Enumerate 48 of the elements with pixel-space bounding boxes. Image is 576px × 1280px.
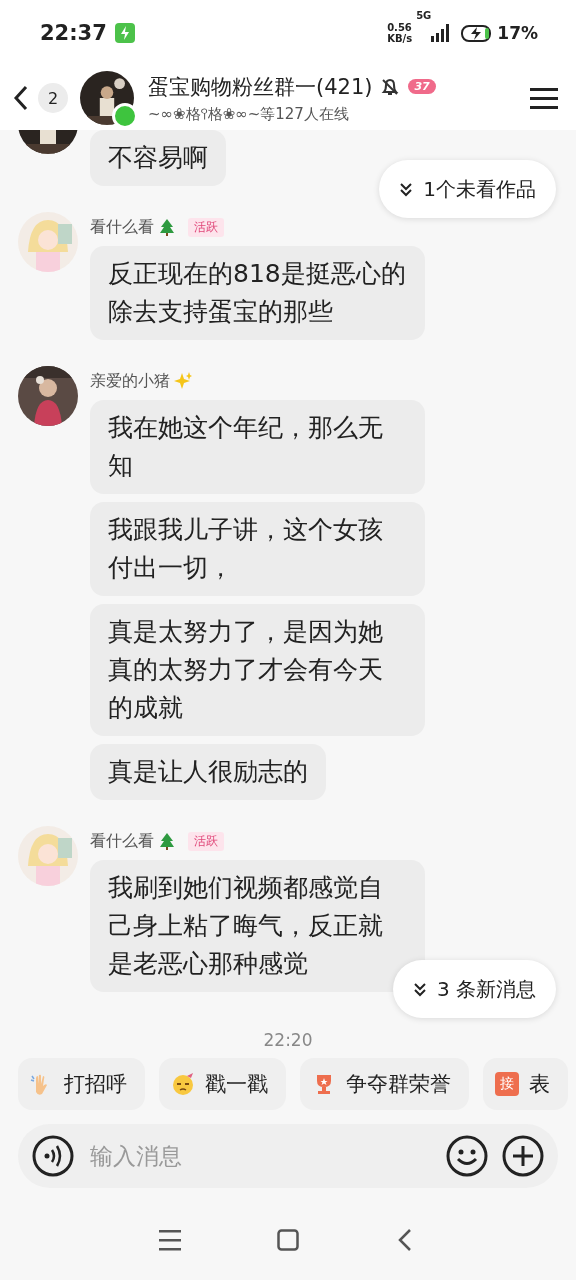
- menu-icon[interactable]: [530, 85, 558, 111]
- quick-action-chip[interactable]: 打招呼: [18, 1058, 145, 1110]
- double-chevron-icon: [412, 981, 427, 997]
- message-bubble: 真是让人很励志的: [90, 744, 326, 800]
- new-messages-pill[interactable]: 3 条新消息: [392, 960, 556, 1018]
- level-badge: 37: [408, 79, 436, 94]
- online-status: ~∞❀格⫯格❀∞~等127人在线: [148, 104, 350, 124]
- battery-percent: 17%: [497, 23, 538, 43]
- poking-face-icon: [171, 1072, 195, 1096]
- sender-name: 看什么看: [90, 830, 154, 852]
- message-bubble: 真是太努力了，是因为她真的太努力了才会有今天的成就: [90, 604, 425, 736]
- network-speed: 0.56: [387, 22, 413, 33]
- unseen-works-pill[interactable]: 1个未看作品: [379, 160, 556, 218]
- tile-icon: 接: [495, 1072, 519, 1096]
- sparkle-icon: [174, 372, 192, 390]
- message-bubble: 我在她这个年纪，那么无知: [90, 400, 425, 494]
- quick-action-chip[interactable]: 戳一戳: [159, 1058, 286, 1110]
- muted-bell-icon: [380, 76, 401, 97]
- sender-name: 看什么看: [90, 216, 154, 238]
- battery-icon: [461, 24, 494, 42]
- timestamp: 22:20: [263, 1030, 313, 1050]
- home-icon[interactable]: [277, 1229, 299, 1251]
- active-badge: 活跃: [188, 831, 224, 851]
- network-type: 5G: [416, 10, 432, 21]
- menu-icon[interactable]: [159, 1229, 181, 1251]
- message-input[interactable]: 输入消息: [88, 1142, 432, 1170]
- tree-icon: [158, 218, 176, 236]
- charging-app-icon: [114, 23, 135, 43]
- message-bubble: 反正现在的818是挺恶心的除去支持蛋宝的那些: [90, 246, 425, 340]
- tree-icon: [158, 832, 176, 850]
- sender-name: 亲爱的小猪: [90, 370, 170, 392]
- message-bubble: 我刷到她们视频都感觉自己身上粘了晦气，反正就是老恶心那种感觉: [90, 860, 425, 992]
- unread-count: 2: [38, 83, 68, 113]
- quick-action-chip[interactable]: 接 表: [483, 1058, 568, 1110]
- clock-time: 22:37: [40, 21, 107, 45]
- plus-icon[interactable]: [502, 1135, 544, 1177]
- active-badge: 活跃: [188, 217, 224, 237]
- back-icon[interactable]: [12, 84, 30, 112]
- signal-icon: [431, 24, 450, 42]
- message-field[interactable]: 输入消息: [18, 1124, 558, 1188]
- speed-unit: KB/s: [387, 33, 413, 44]
- emoji-icon[interactable]: [446, 1135, 488, 1177]
- double-chevron-icon: [399, 181, 414, 197]
- message-bubble: 我跟我儿子讲，这个女孩付出一切，: [90, 502, 425, 596]
- group-title: 蛋宝购物粉丝群一(421): [148, 73, 373, 101]
- voice-icon[interactable]: [32, 1135, 74, 1177]
- quick-action-chip[interactable]: 争夺群荣誉: [300, 1058, 469, 1110]
- message-bubble: 不容易啊: [90, 130, 226, 186]
